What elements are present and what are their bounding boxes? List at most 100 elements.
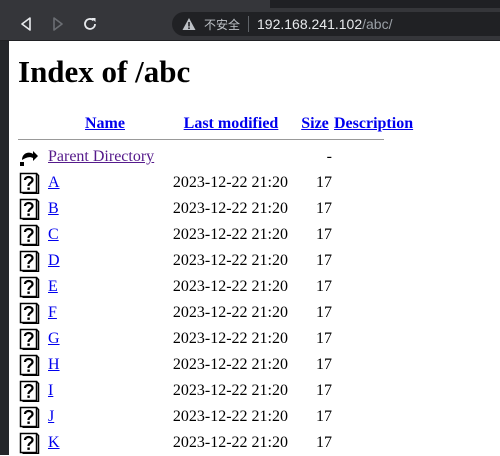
file-row: C 2023-12-22 21:20 17 <box>18 222 416 248</box>
size-cell: 17 <box>316 408 332 425</box>
file-row: E 2023-12-22 21:20 17 <box>18 274 416 300</box>
browser-toolbar: 不安全 192.168.241.102/abc/ <box>0 8 500 41</box>
file-link[interactable]: G <box>48 330 60 347</box>
name-cell: G <box>48 326 162 352</box>
header-icon-cell <box>18 113 48 135</box>
modified-cell: 2023-12-22 21:20 <box>172 174 288 191</box>
divider-line <box>18 139 384 140</box>
file-link[interactable]: I <box>48 382 53 399</box>
size-cell: 17 <box>316 356 332 373</box>
size-cell: 17 <box>316 304 332 321</box>
name-cell: H <box>48 352 162 378</box>
description-cell <box>332 144 416 170</box>
back-button[interactable] <box>12 10 40 38</box>
forward-arrow-icon <box>53 17 63 31</box>
unknown-file-icon <box>19 224 40 246</box>
icon-cell <box>18 196 48 222</box>
security-status-label[interactable]: 不安全 <box>204 16 240 33</box>
file-link[interactable]: B <box>48 200 59 217</box>
address-bar[interactable]: 不安全 192.168.241.102/abc/ <box>172 12 500 36</box>
name-cell: J <box>48 404 162 430</box>
description-cell <box>332 196 416 222</box>
icon-cell <box>18 144 48 170</box>
tab-strip <box>0 0 500 8</box>
reload-button[interactable] <box>76 10 104 38</box>
unknown-file-icon <box>19 328 40 350</box>
modified-cell: 2023-12-22 21:20 <box>172 382 288 399</box>
description-cell <box>332 170 416 196</box>
name-cell: D <box>48 248 162 274</box>
icon-cell <box>18 352 48 378</box>
file-row: F 2023-12-22 21:20 17 <box>18 300 416 326</box>
modified-cell: 2023-12-22 21:20 <box>172 278 288 295</box>
header-name: Name <box>48 113 162 135</box>
file-link[interactable]: K <box>48 434 60 451</box>
omnibox-divider <box>248 16 250 32</box>
sort-by-description-link[interactable]: Description <box>334 115 413 132</box>
sort-by-name-link[interactable]: Name <box>85 115 125 132</box>
unknown-file-icon <box>19 302 40 324</box>
file-row: D 2023-12-22 21:20 17 <box>18 248 416 274</box>
file-link[interactable]: F <box>48 304 57 321</box>
icon-cell <box>18 404 48 430</box>
modified-cell: 2023-12-22 21:20 <box>172 434 288 451</box>
description-cell <box>332 222 416 248</box>
description-cell <box>332 274 416 300</box>
description-cell <box>332 248 416 274</box>
modified-cell: 2023-12-22 21:20 <box>172 408 288 425</box>
sort-by-size-link[interactable]: Size <box>301 115 329 132</box>
directory-listing-table: Name Last modified Size Description Pare… <box>18 113 416 456</box>
name-cell: B <box>48 196 162 222</box>
icon-cell <box>18 222 48 248</box>
file-row: I 2023-12-22 21:20 17 <box>18 378 416 404</box>
description-cell <box>332 326 416 352</box>
unknown-file-icon <box>19 198 40 220</box>
unknown-file-icon <box>19 172 40 194</box>
description-cell <box>332 352 416 378</box>
file-link[interactable]: J <box>48 408 54 425</box>
name-cell: I <box>48 378 162 404</box>
page-title: Index of /abc <box>18 54 191 89</box>
modified-cell: 2023-12-22 21:20 <box>172 200 288 217</box>
name-cell: K <box>48 430 162 456</box>
file-row: G 2023-12-22 21:20 17 <box>18 326 416 352</box>
file-row: H 2023-12-22 21:20 17 <box>18 352 416 378</box>
sort-by-modified-link[interactable]: Last modified <box>184 115 279 132</box>
parent-directory-link[interactable]: Parent Directory <box>48 148 154 165</box>
icon-cell <box>18 430 48 456</box>
file-row: J 2023-12-22 21:20 17 <box>18 404 416 430</box>
active-tab[interactable] <box>0 0 270 8</box>
modified-cell: 2023-12-22 21:20 <box>172 252 288 269</box>
header-row: Name Last modified Size Description <box>18 113 416 135</box>
file-link[interactable]: C <box>48 226 59 243</box>
unknown-file-icon <box>19 354 40 376</box>
modified-cell: 2023-12-22 21:20 <box>172 330 288 347</box>
description-cell <box>332 404 416 430</box>
warning-icon[interactable] <box>182 17 196 31</box>
url-host[interactable]: 192.168.241.102 <box>257 16 362 32</box>
modified-cell <box>162 144 298 170</box>
size-cell: 17 <box>316 278 332 295</box>
icon-cell <box>18 378 48 404</box>
file-row: K 2023-12-22 21:20 17 <box>18 430 416 456</box>
size-cell: 17 <box>316 174 332 191</box>
name-cell: C <box>48 222 162 248</box>
modified-cell: 2023-12-22 21:20 <box>172 356 288 373</box>
size-cell: 17 <box>316 226 332 243</box>
forward-button[interactable] <box>44 10 72 38</box>
unknown-file-icon <box>19 406 40 428</box>
file-link[interactable]: H <box>48 356 60 373</box>
reload-icon <box>84 18 96 30</box>
icon-cell <box>18 326 48 352</box>
file-link[interactable]: D <box>48 252 60 269</box>
back-arrow-icon <box>21 17 31 31</box>
size-cell: 17 <box>316 200 332 217</box>
icon-cell <box>18 274 48 300</box>
file-row: A 2023-12-22 21:20 17 <box>18 170 416 196</box>
url-path[interactable]: /abc/ <box>362 16 392 32</box>
description-cell <box>332 378 416 404</box>
unknown-file-icon <box>19 432 40 454</box>
file-link[interactable]: A <box>48 174 60 191</box>
file-link[interactable]: E <box>48 278 58 295</box>
unknown-file-icon <box>19 276 40 298</box>
